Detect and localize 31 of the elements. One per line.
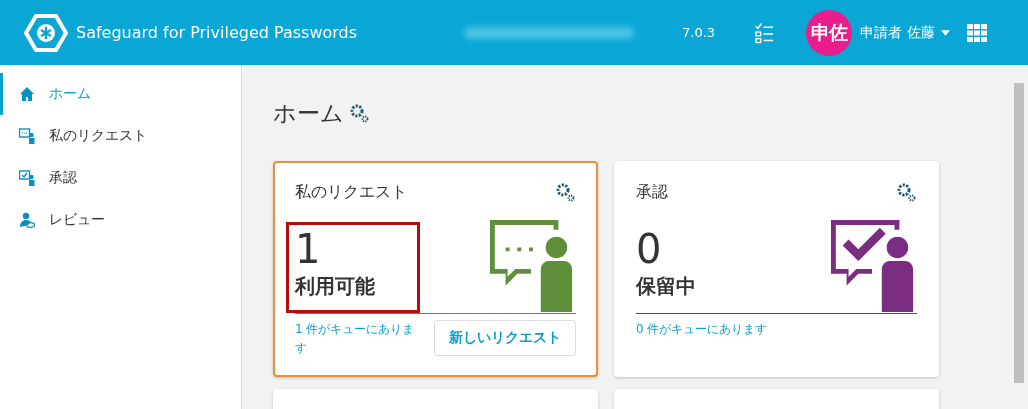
settings-icon[interactable] bbox=[895, 181, 917, 203]
settings-icon[interactable] bbox=[554, 181, 576, 203]
count-number: 0 bbox=[636, 229, 663, 269]
caret-icon bbox=[940, 29, 950, 36]
sidebar-item[interactable]: レビュー bbox=[0, 199, 241, 241]
dashboard-card[interactable]: 承認 0 保留中 0 件がキューにあります bbox=[614, 161, 939, 377]
logo-icon bbox=[24, 12, 68, 53]
dashboard-card[interactable]: 私のリクエスト 1 利用可能 1 件がキューにあります 新しいリクエスト bbox=[273, 161, 598, 377]
home-icon bbox=[19, 86, 35, 102]
task-list-icon[interactable] bbox=[755, 21, 775, 44]
user-eye-icon bbox=[19, 212, 35, 228]
count-number: 1 bbox=[295, 229, 322, 269]
version-label: 7.0.3 bbox=[682, 25, 716, 40]
queue-link[interactable]: 0 件がキューにあります bbox=[636, 320, 768, 339]
card-title: 私のリクエスト bbox=[295, 181, 407, 203]
checked-board-icon bbox=[19, 170, 35, 186]
page-title: ホーム bbox=[273, 98, 344, 128]
status-label: 利用可能 bbox=[295, 273, 376, 300]
sidebar-item[interactable]: 私のリクエスト bbox=[0, 115, 241, 157]
scrollbar[interactable] bbox=[1010, 65, 1028, 409]
app-title: Safeguard for Privileged Passwords bbox=[76, 23, 359, 42]
sidebar-item[interactable]: 承認 bbox=[0, 157, 241, 199]
user-menu[interactable]: 申請者 佐藤 bbox=[856, 23, 954, 42]
chat-board-icon bbox=[19, 128, 35, 144]
new-request-button[interactable]: 新しいリクエスト bbox=[434, 320, 576, 356]
card-title: 承認 bbox=[636, 181, 668, 203]
settings-icon[interactable] bbox=[348, 102, 370, 124]
user-avatar[interactable]: 申佐 bbox=[806, 9, 853, 56]
queue-link[interactable]: 1 件がキューにあります bbox=[295, 320, 423, 358]
app-grid-icon[interactable] bbox=[965, 23, 988, 42]
status-label: 保留中 bbox=[636, 273, 697, 300]
